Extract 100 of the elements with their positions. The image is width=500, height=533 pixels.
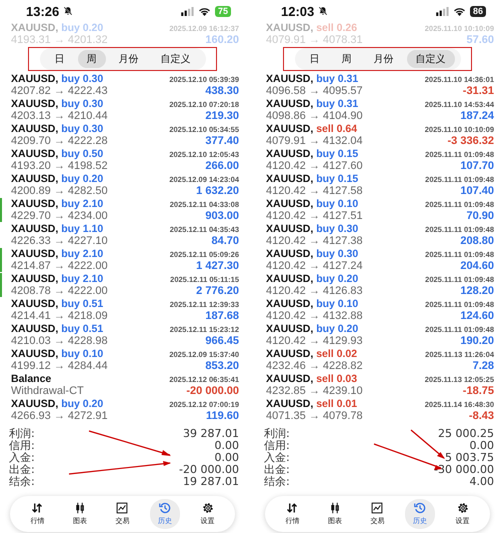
trade-prices: 4207.82 → 4222.43 xyxy=(11,85,108,97)
trade-symbol: XAUUSD, buy 0.31 xyxy=(266,73,358,85)
trade-profit: -31.31 xyxy=(462,85,494,97)
trade-prices: 4120.42 → 4129.93 xyxy=(266,335,363,347)
trade-prices: 4200.89 → 4282.50 xyxy=(11,185,108,197)
trade-profit: 160.20 xyxy=(205,34,239,46)
signal-icon xyxy=(180,6,194,16)
history-clock-icon xyxy=(414,502,426,514)
trade-prices: 4120.42 → 4127.38 xyxy=(266,235,363,247)
trade-prices: 4208.78 → 4222.00 xyxy=(11,285,108,297)
trade-symbol: XAUUSD, buy 0.30 xyxy=(266,248,358,260)
trade-symbol: XAUUSD, buy 0.20 xyxy=(266,323,358,335)
summary-value: -20 000.00 xyxy=(179,464,239,476)
trade-symbol: XAUUSD, buy 0.15 xyxy=(266,148,358,160)
trade-profit: 1 427.30 xyxy=(196,260,239,272)
trade-symbol: XAUUSD, buy 0.51 xyxy=(11,298,104,310)
trade-prices: 4120.42 → 4127.58 xyxy=(266,185,363,197)
trade-profit: 107.40 xyxy=(460,185,494,197)
period-tab[interactable]: 月份 xyxy=(364,50,402,68)
summary-label: 利润: xyxy=(9,428,35,440)
trade-symbol: XAUUSD, buy 0.30 xyxy=(11,123,104,135)
trade-prices: 4232.46 → 4228.82 xyxy=(266,360,363,372)
balance-comment: Withdrawal-CT xyxy=(11,385,84,397)
period-tab[interactable]: 自定义 xyxy=(406,50,454,68)
trade-symbol: XAUUSD, buy 0.31 xyxy=(266,98,358,110)
summary-value: 25 000.25 xyxy=(438,428,494,440)
trade-symbol: XAUUSD, buy 0.50 xyxy=(11,148,104,160)
trade-symbol: XAUUSD, buy 2.10 xyxy=(11,273,104,285)
trade-profit: 187.24 xyxy=(460,110,494,122)
bell-slash-icon xyxy=(318,6,328,16)
period-tab[interactable]: 日 xyxy=(46,50,74,68)
summary-value: 5 003.75 xyxy=(445,452,494,464)
period-tab[interactable]: 周 xyxy=(332,50,360,68)
trade-profit: 57.60 xyxy=(466,34,494,46)
period-tab[interactable]: 月份 xyxy=(110,50,148,68)
trade-prices: 4071.35 → 4079.78 xyxy=(266,410,363,422)
summary-value: 0.00 xyxy=(214,452,239,464)
trade-profit: -18.75 xyxy=(462,385,494,397)
summary-label: 信用: xyxy=(9,440,35,452)
trade-prices: 4193.20 → 4198.52 xyxy=(11,160,108,172)
settings-icon xyxy=(202,502,214,514)
trade-profit: 853.20 xyxy=(205,360,239,372)
trade-profit: 84.70 xyxy=(211,235,239,247)
trade-prices: 4209.70 → 4222.28 xyxy=(11,135,108,147)
trade-symbol: XAUUSD, buy 0.20 xyxy=(266,273,358,285)
trade-prices: 4266.93 → 4272.91 xyxy=(11,410,108,422)
summary-label: 出金: xyxy=(264,464,290,476)
up-down-arrows-icon xyxy=(286,502,298,514)
trade-symbol: XAUUSD, buy 0.10 xyxy=(266,198,358,210)
trade-profit: 190.20 xyxy=(460,335,494,347)
status-time: 12:03 xyxy=(281,4,314,18)
trade-profit: 377.40 xyxy=(205,135,239,147)
trade-profit: -8.43 xyxy=(468,410,494,422)
period-tab[interactable]: 周 xyxy=(78,50,106,68)
up-down-arrows-icon xyxy=(31,502,44,514)
trade-symbol: XAUUSD, buy 0.20 xyxy=(11,398,104,410)
trade-profit: 903.00 xyxy=(205,210,239,222)
trade-profit: 208.80 xyxy=(460,235,494,247)
summary-label: 出金: xyxy=(9,464,35,476)
trade-profit: -3 336.32 xyxy=(448,135,494,147)
trade-prices: 4229.70 → 4234.00 xyxy=(11,210,108,222)
trade-profit: 70.90 xyxy=(466,210,494,222)
trade-symbol: XAUUSD, buy 0.20 xyxy=(11,173,104,185)
trade-profit: 2 776.20 xyxy=(196,285,239,297)
summary-label: 利润: xyxy=(264,428,290,440)
trade-prices: 4120.42 → 4127.51 xyxy=(266,210,363,222)
signal-icon xyxy=(436,6,449,16)
summary-label: 入金: xyxy=(264,452,290,464)
trade-profit: 7.28 xyxy=(472,360,494,372)
trade-symbol: XAUUSD, sell 0.01 xyxy=(266,398,358,410)
trade-symbol: XAUUSD, buy 0.15 xyxy=(266,173,358,185)
summary-value: 39 287.01 xyxy=(183,428,239,440)
summary-value: 0.00 xyxy=(214,440,239,452)
summary-value: 0.00 xyxy=(470,440,494,452)
line-chart-icon xyxy=(371,502,384,514)
period-tab[interactable]: 自定义 xyxy=(152,50,200,68)
trade-symbol: XAUUSD, buy 0.30 xyxy=(11,73,104,85)
trade-symbol: XAUUSD, buy 0.20 xyxy=(11,22,104,34)
trade-prices: 4214.41 → 4218.09 xyxy=(11,310,108,322)
balance-label: Balance xyxy=(11,373,52,385)
wifi-icon xyxy=(452,6,466,16)
trade-prices: 4096.58 → 4095.57 xyxy=(266,85,363,97)
summary-value: 4.00 xyxy=(470,476,494,488)
summary-label: 信用: xyxy=(264,440,290,452)
trade-symbol: XAUUSD, buy 0.51 xyxy=(11,323,104,335)
trade-profit: 119.60 xyxy=(206,410,239,422)
battery-icon: 75 xyxy=(214,6,231,16)
trade-prices: 4120.42 → 4127.24 xyxy=(266,260,363,272)
status-time: 13:26 xyxy=(26,4,60,18)
trade-profit: 266.00 xyxy=(205,160,239,172)
trade-symbol: XAUUSD, sell 0.26 xyxy=(266,22,358,34)
trade-profit: 219.30 xyxy=(205,110,239,122)
trade-profit: 438.30 xyxy=(205,85,239,97)
trade-prices: 4232.85 → 4239.10 xyxy=(266,385,363,397)
trade-prices: 4203.13 → 4210.44 xyxy=(11,110,108,122)
candlestick-icon xyxy=(328,502,341,514)
period-tab[interactable]: 日 xyxy=(300,50,328,68)
trade-symbol: XAUUSD, sell 0.64 xyxy=(266,123,358,135)
trade-prices: 4079.91 → 4132.04 xyxy=(266,135,363,147)
trade-prices: 4098.86 → 4104.90 xyxy=(266,110,363,122)
